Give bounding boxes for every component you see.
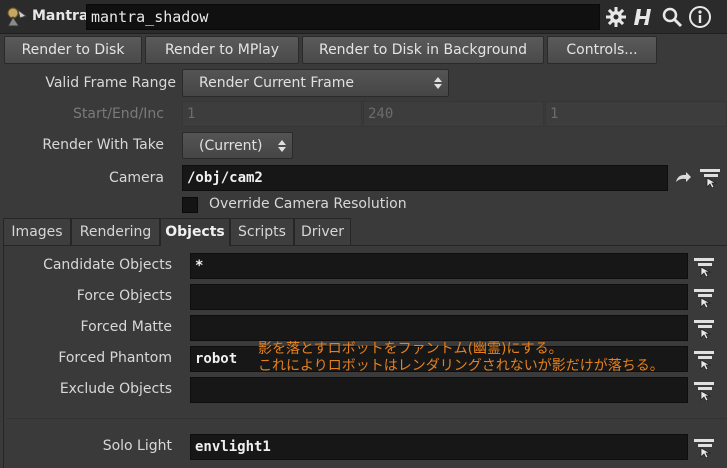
dropdown-arrow-icon: [434, 77, 442, 89]
valid-frame-range-label: Valid Frame Range: [45, 75, 176, 91]
render-with-take-dropdown[interactable]: (Current): [182, 132, 293, 159]
render-with-take-value: (Current): [199, 138, 263, 154]
render-with-take-label: Render With Take: [42, 137, 164, 153]
increment-field: 1: [545, 101, 727, 127]
gear-icon[interactable]: [604, 5, 628, 29]
start-end-inc-label: Start/End/Inc: [73, 106, 164, 122]
render-to-mplay-button[interactable]: Render to MPlay: [145, 36, 299, 64]
node-chooser-icon[interactable]: [693, 255, 715, 277]
tab-objects[interactable]: Objects: [160, 218, 230, 246]
tab-images[interactable]: Images: [3, 218, 71, 245]
search-icon[interactable]: [660, 5, 684, 29]
dropdown-arrow-icon: [278, 140, 286, 152]
node-chooser-icon[interactable]: [693, 379, 715, 401]
node-chooser-icon[interactable]: [699, 166, 721, 188]
candidate-objects-field[interactable]: *: [190, 253, 688, 279]
camera-field[interactable]: /obj/cam2: [182, 165, 668, 191]
camera-label: Camera: [109, 170, 164, 186]
jump-to-node-icon[interactable]: [673, 168, 693, 188]
mantra-node-icon: [7, 7, 28, 27]
node-chooser-icon[interactable]: [693, 348, 715, 370]
override-resolution-checkbox[interactable]: [182, 197, 198, 213]
render-to-disk-button[interactable]: Render to Disk: [4, 36, 142, 64]
solo-light-field[interactable]: envlight1: [190, 434, 688, 460]
force-objects-field[interactable]: [190, 284, 688, 310]
section-divider: [6, 418, 727, 419]
phantom-annotation: 影を落とすロボットをファントム(幽霊)にする。 これによりロボットはレンダリング…: [258, 341, 664, 375]
info-icon[interactable]: [688, 5, 712, 29]
render-to-disk-background-button[interactable]: Render to Disk in Background: [302, 36, 544, 64]
candidate-objects-label: Candidate Objects: [43, 257, 172, 273]
forced-phantom-label: Forced Phantom: [58, 350, 172, 366]
tab-scripts[interactable]: Scripts: [230, 218, 294, 245]
forced-matte-field[interactable]: [190, 315, 688, 341]
node-name-field[interactable]: mantra_shadow: [86, 4, 600, 30]
valid-frame-range-value: Render Current Frame: [199, 75, 354, 91]
exclude-objects-label: Exclude Objects: [59, 381, 172, 397]
override-resolution-label: Override Camera Resolution: [209, 196, 407, 212]
tab-rendering[interactable]: Rendering: [71, 218, 160, 245]
tab-driver[interactable]: Driver: [294, 218, 351, 245]
force-objects-label: Force Objects: [76, 288, 172, 304]
exclude-objects-field[interactable]: [190, 377, 688, 403]
solo-light-label: Solo Light: [102, 438, 172, 454]
node-chooser-icon[interactable]: [693, 317, 715, 339]
end-frame-field: 240: [363, 101, 544, 127]
node-chooser-icon[interactable]: [693, 436, 715, 458]
node-chooser-icon[interactable]: [693, 286, 715, 308]
help-icon[interactable]: [632, 5, 656, 29]
annotation-line-1: 影を落とすロボットをファントム(幽霊)にする。: [258, 341, 563, 357]
valid-frame-range-dropdown[interactable]: Render Current Frame: [182, 69, 449, 97]
node-type-label: Mantra: [32, 8, 89, 24]
forced-matte-label: Forced Matte: [80, 319, 172, 335]
start-frame-field: 1: [182, 101, 362, 127]
controls-button[interactable]: Controls...: [547, 36, 657, 64]
annotation-line-2: これによりロボットはレンダリングされないが影だけが落ちる。: [258, 358, 664, 374]
